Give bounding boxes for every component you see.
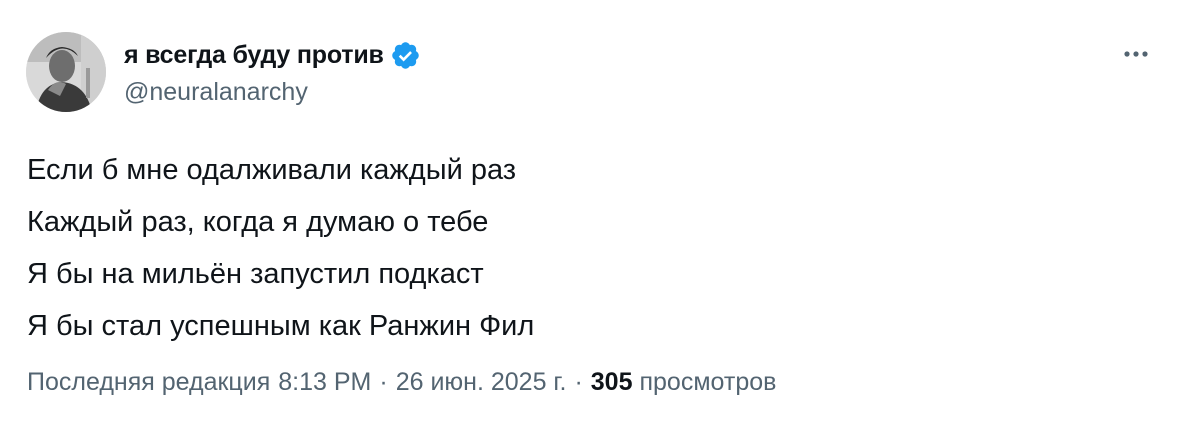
meta-separator: · (574, 368, 583, 396)
tweet-meta: Последняя редакция 8:13 PM · 26 июн. 202… (27, 368, 776, 397)
author-name-row: я всегда буду против (124, 38, 421, 72)
more-options-button[interactable] (1120, 38, 1152, 70)
avatar-photo (26, 32, 106, 112)
verified-badge-icon[interactable] (390, 40, 421, 71)
tweet-line: Каждый раз, когда я думаю о тебе (27, 206, 489, 238)
edit-history-link[interactable]: Последняя редакция (27, 368, 270, 397)
tweet-time[interactable]: 8:13 PM (278, 368, 371, 397)
tweet-card: я всегда буду против @neuralanarchy Если… (0, 0, 1186, 431)
meta-separator: · (379, 368, 388, 396)
more-horizontal-icon (1124, 51, 1148, 57)
views-label: просмотров (639, 368, 777, 396)
tweet-line: Я бы на мильён запустил подкаст (27, 258, 484, 290)
tweet-text: Если б мне одалживали каждый раз Каждый … (27, 144, 534, 352)
author-handle[interactable]: @neuralanarchy (124, 78, 308, 107)
avatar[interactable] (26, 32, 106, 112)
author-display-name[interactable]: я всегда буду против (124, 41, 384, 70)
views-count[interactable]: 305 (591, 368, 633, 397)
tweet-date[interactable]: 26 июн. 2025 г. (396, 368, 567, 397)
tweet-line: Если б мне одалживали каждый раз (27, 154, 517, 186)
tweet-line: Я бы стал успешным как Ранжин Фил (27, 310, 535, 342)
